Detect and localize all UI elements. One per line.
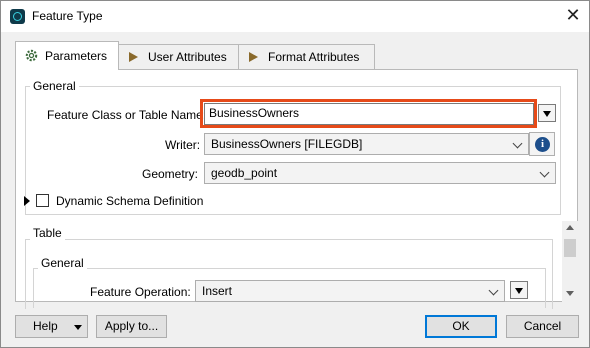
feature-operation-dropdown-button[interactable] [510, 281, 528, 299]
dynamic-schema-label: Dynamic Schema Definition [56, 194, 204, 208]
geometry-select[interactable]: geodb_point [204, 162, 556, 184]
chevron-down-icon [512, 138, 523, 149]
tab-user-attributes[interactable]: User Attributes [118, 44, 239, 69]
apply-to-button[interactable]: Apply to... [96, 315, 167, 338]
feature-class-label: Feature Class or Table Name: [47, 108, 207, 122]
title-bar: Feature Type ✕ [1, 1, 589, 32]
dynamic-schema-checkbox[interactable] [36, 194, 49, 207]
table-group-label: Table [30, 226, 65, 240]
arrow-icon [127, 49, 143, 65]
tab-format-attributes[interactable]: Format Attributes [238, 44, 375, 69]
chevron-down-icon [74, 325, 82, 330]
parameters-panel: General Feature Class or Table Name: Bus… [15, 69, 578, 309]
tab-parameters[interactable]: Parameters [15, 41, 119, 70]
geometry-value: geodb_point [211, 166, 278, 180]
scroll-thumb[interactable] [564, 239, 576, 257]
scroll-up-arrow-icon[interactable] [566, 225, 574, 230]
chevron-down-icon [488, 285, 499, 296]
writer-label: Writer: [165, 138, 201, 152]
window-title: Feature Type [32, 9, 103, 23]
tab-parameters-label: Parameters [45, 49, 108, 63]
chevron-down-icon [539, 167, 550, 178]
vertical-scrollbar[interactable] [562, 221, 578, 302]
writer-select[interactable]: BusinessOwners [FILEGDB] [204, 133, 529, 155]
arrow-icon [247, 49, 263, 65]
scroll-down-arrow-icon[interactable] [566, 291, 574, 296]
highlight-box [200, 99, 537, 128]
writer-value: BusinessOwners [FILEGDB] [211, 137, 363, 151]
feature-operation-select[interactable]: Insert [195, 280, 505, 302]
cancel-button[interactable]: Cancel [506, 315, 579, 338]
info-icon: i [535, 137, 550, 152]
table-general-label: General [38, 256, 87, 270]
expand-arrow-icon[interactable] [24, 196, 30, 206]
help-button-label: Help [33, 319, 58, 333]
fme-app-icon [10, 9, 25, 24]
gear-icon [24, 48, 40, 64]
close-button[interactable]: ✕ [561, 4, 585, 28]
ok-button[interactable]: OK [425, 315, 497, 338]
feature-class-dropdown-button[interactable] [538, 104, 556, 122]
geometry-label: Geometry: [142, 167, 199, 181]
help-button[interactable]: Help [15, 315, 88, 338]
tab-format-attributes-label: Format Attributes [268, 50, 360, 64]
general-group-label: General [30, 79, 79, 93]
feature-operation-value: Insert [202, 284, 233, 298]
tab-user-attributes-label: User Attributes [148, 50, 227, 64]
feature-operation-label: Feature Operation: [90, 285, 191, 299]
writer-info-button[interactable]: i [529, 132, 555, 156]
feature-type-dialog: Feature Type ✕ Parameters User Attribute… [0, 0, 590, 348]
